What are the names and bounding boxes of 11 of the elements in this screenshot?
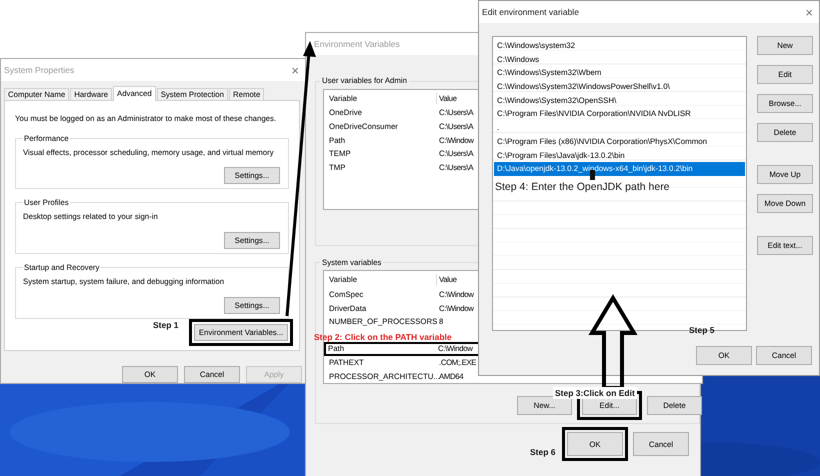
step-label: Step 1 (153, 319, 179, 331)
close-button[interactable]: × (291, 64, 299, 76)
step-label: Step 6 (530, 446, 556, 458)
step-label: Step 4: Enter the OpenJDK path here (495, 181, 670, 194)
step-label: Step 5 (689, 324, 715, 336)
step-label: Step 2: Click on the PATH variable (314, 331, 452, 343)
window-title: Environment Variables (314, 38, 400, 50)
close-button[interactable]: × (805, 6, 813, 18)
window-title: Edit environment variable (482, 6, 579, 18)
window-title: System Properties (4, 64, 74, 76)
step-label: Step 3:Click on Edit (553, 387, 637, 399)
